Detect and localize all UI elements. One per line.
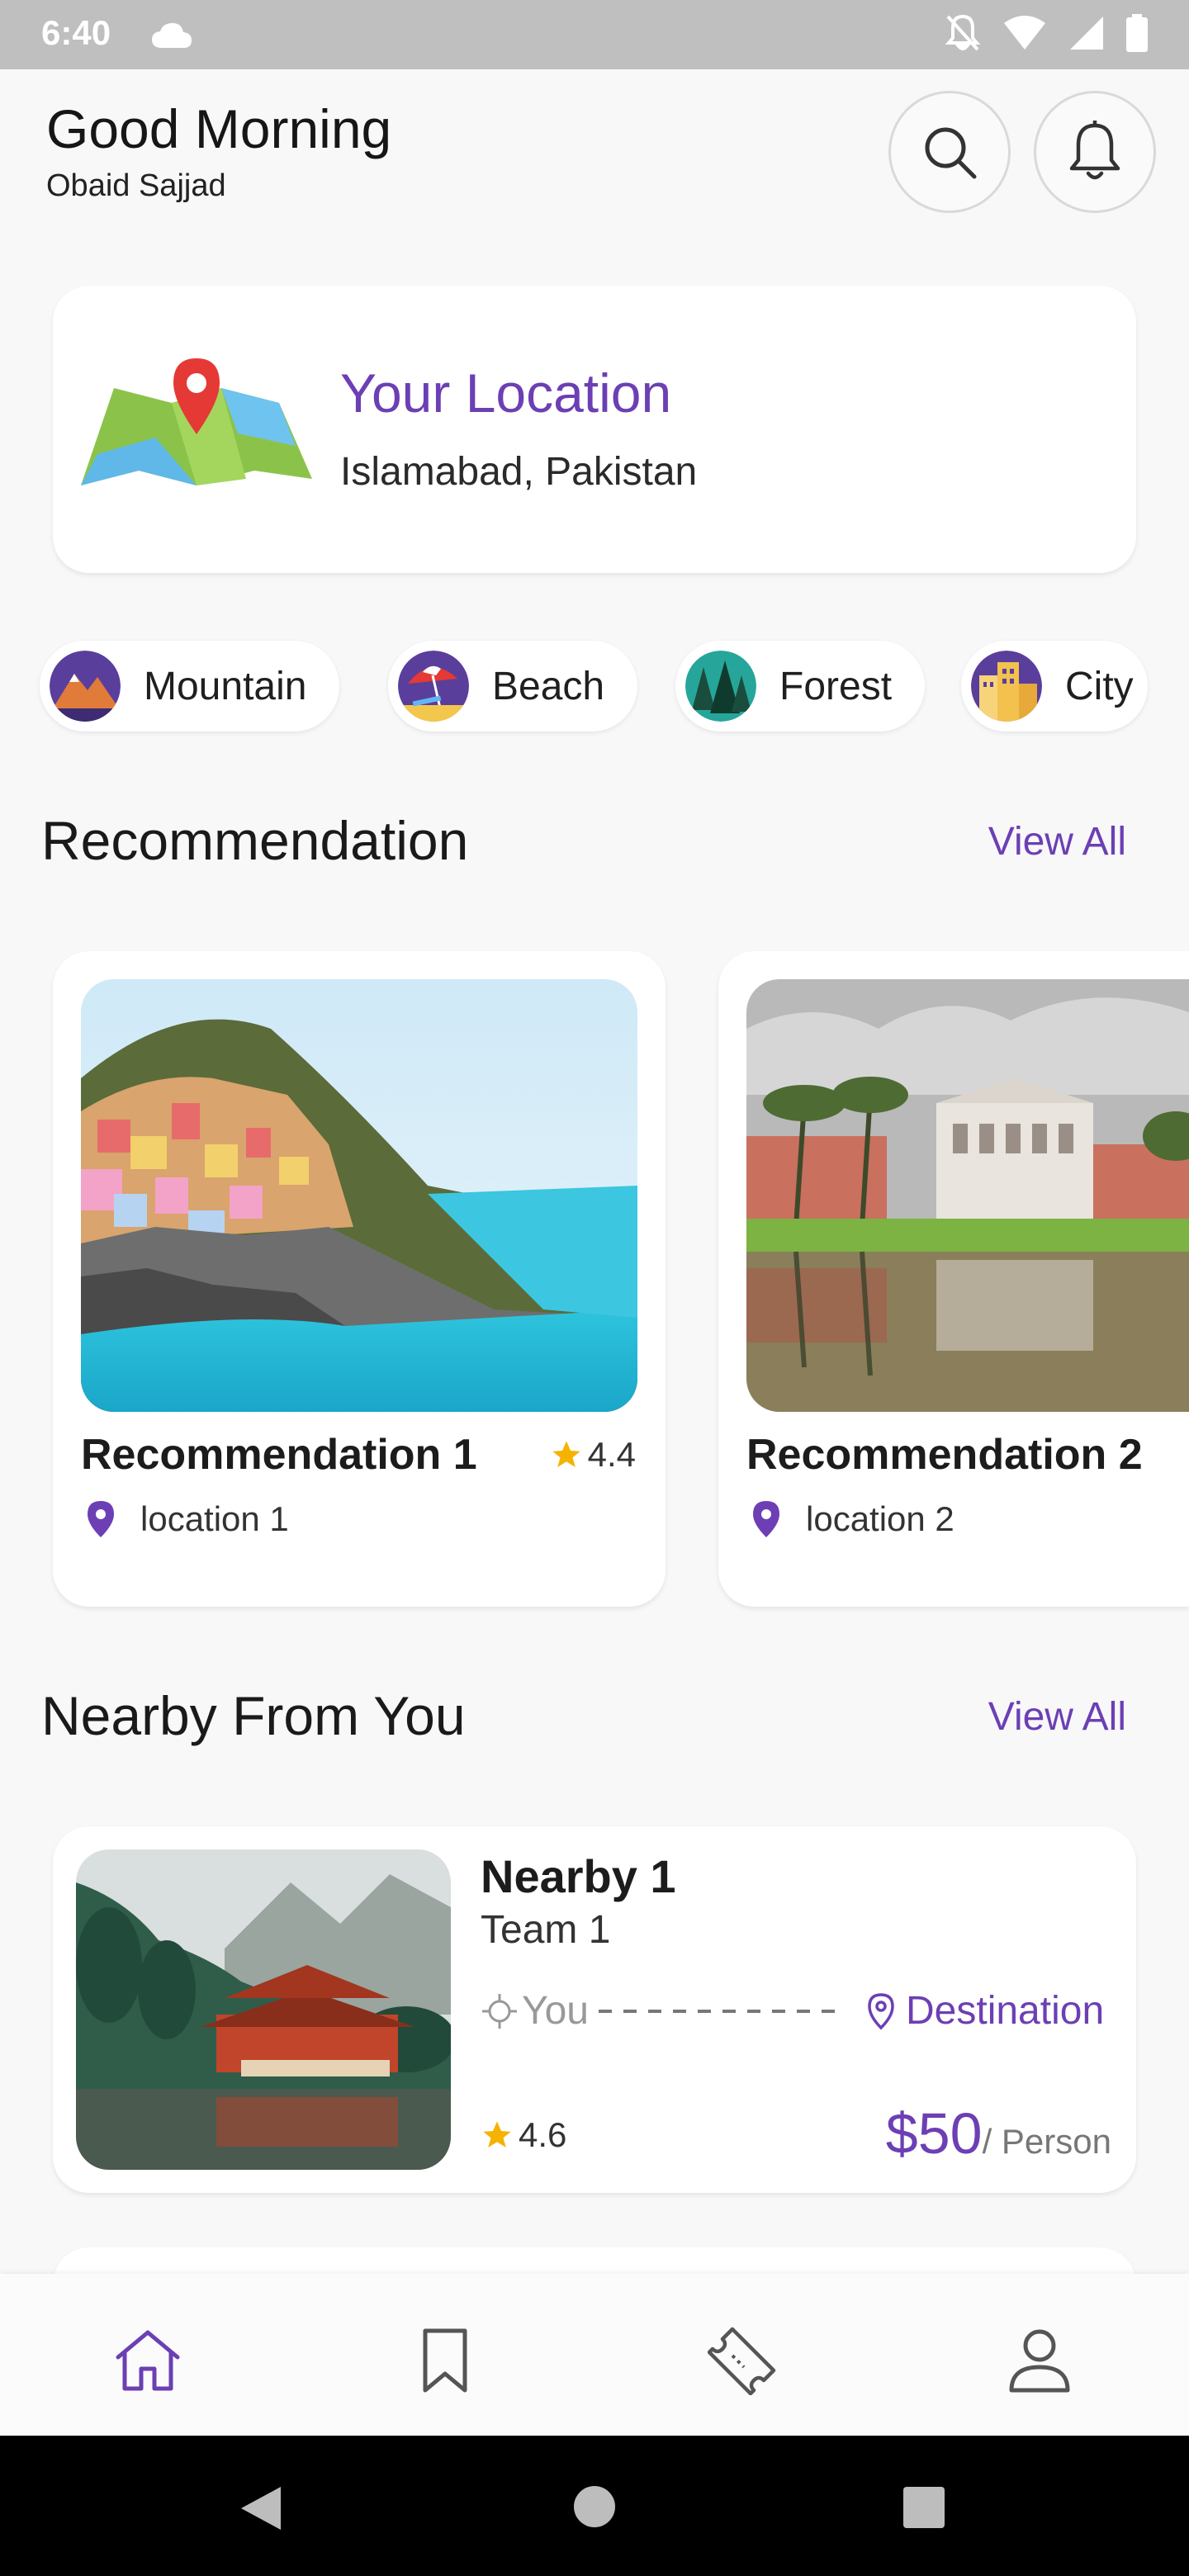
- user-name: Obaid Sajjad: [46, 168, 226, 203]
- forest-icon: [685, 651, 756, 722]
- mountain-icon: [50, 651, 121, 722]
- app-screen: 6:40 Good Morning Obaid Sajjad Your Loca…: [0, 0, 1189, 2576]
- star-icon: [483, 2121, 511, 2147]
- home-circle-icon[interactable]: [573, 2485, 616, 2528]
- nearby-name: Nearby 1: [481, 1850, 676, 1902]
- notifications-button[interactable]: [1034, 91, 1156, 213]
- bookmark-icon: [423, 2328, 467, 2393]
- cloud-icon: [152, 23, 192, 48]
- location-pin-outline-icon: [868, 1992, 894, 2029]
- bell-icon: [1069, 121, 1120, 180]
- notifications-off-icon: [945, 14, 981, 51]
- price-unit: / Person: [982, 2122, 1111, 2161]
- nearby-team: Team 1: [481, 1908, 611, 1952]
- city-icon: [971, 651, 1042, 722]
- status-time: 6:40: [41, 13, 111, 52]
- recommendation-card[interactable]: Recommendation 1 4.4 location 1: [53, 951, 666, 1607]
- recommendation-name: Recommendation 2: [746, 1431, 1143, 1479]
- greeting-title: Good Morning: [46, 98, 392, 159]
- location-value: Islamabad, Pakistan: [340, 450, 698, 494]
- recommendation-card[interactable]: Recommendation 2 location 2: [718, 951, 1189, 1607]
- recommendation-image: [746, 979, 1189, 1412]
- recommendation-location: location 2: [751, 1499, 955, 1539]
- category-chip-city[interactable]: City: [961, 641, 1148, 732]
- rating-value: 4.6: [519, 2115, 567, 2154]
- battery-icon: [1126, 14, 1148, 52]
- wifi-icon: [1004, 16, 1045, 50]
- recommendation-title: Recommendation: [41, 810, 469, 871]
- nav-bookmark-button[interactable]: [408, 2323, 482, 2398]
- search-icon: [925, 127, 977, 179]
- recommendation-image: [81, 979, 637, 1412]
- route-from: You: [522, 1989, 589, 2033]
- recommendation-name: Recommendation 1: [81, 1431, 477, 1479]
- category-chip-mountain[interactable]: Mountain: [40, 641, 340, 732]
- signal-icon: [1070, 17, 1103, 50]
- category-label: Forest: [779, 664, 893, 708]
- recents-icon[interactable]: [903, 2487, 945, 2528]
- nav-profile-button[interactable]: [1002, 2323, 1077, 2398]
- home-icon: [116, 2330, 180, 2391]
- location-pin-icon: [753, 1501, 779, 1537]
- search-button[interactable]: [888, 91, 1011, 213]
- nav-ticket-button[interactable]: [705, 2323, 779, 2398]
- route-dashes: [599, 2009, 838, 2013]
- recommendation-location: location 1: [86, 1499, 289, 1539]
- crosshair-icon: [482, 1993, 517, 2029]
- category-chip-beach[interactable]: Beach: [388, 641, 638, 732]
- map-pin-icon: [81, 358, 312, 485]
- category-label: City: [1065, 664, 1134, 708]
- back-icon[interactable]: [238, 2484, 284, 2533]
- ticket-icon: [708, 2327, 776, 2395]
- profile-icon: [1009, 2329, 1070, 2393]
- category-chip-forest[interactable]: Forest: [675, 641, 926, 732]
- location-pin-icon: [88, 1501, 114, 1537]
- system-navigation-bar: [0, 2436, 1189, 2576]
- category-label: Mountain: [144, 664, 307, 708]
- rating: 4.4: [550, 1435, 636, 1475]
- star-icon: [552, 1441, 580, 1467]
- recommendation-view-all-link[interactable]: View All: [988, 819, 1126, 864]
- location-title: Your Location: [340, 362, 672, 424]
- rating-value: 4.4: [587, 1435, 636, 1474]
- nearby-image: [76, 1849, 451, 2170]
- location-label: location 1: [140, 1499, 289, 1538]
- beach-icon: [398, 651, 469, 722]
- route: You Destination: [481, 1988, 1104, 2034]
- price: $50 / Person: [886, 2100, 1111, 2166]
- bottom-nav: [0, 2274, 1189, 2436]
- rating: 4.6: [481, 2115, 566, 2155]
- route-destination: Destination: [906, 1989, 1105, 2033]
- category-label: Beach: [492, 664, 605, 708]
- status-icons: [945, 13, 1148, 53]
- nav-home-button[interactable]: [111, 2323, 185, 2398]
- location-label: location 2: [806, 1499, 955, 1538]
- price-value: $50: [885, 2101, 983, 2166]
- nearby-title: Nearby From You: [41, 1685, 466, 1746]
- nearby-view-all-link[interactable]: View All: [988, 1694, 1126, 1740]
